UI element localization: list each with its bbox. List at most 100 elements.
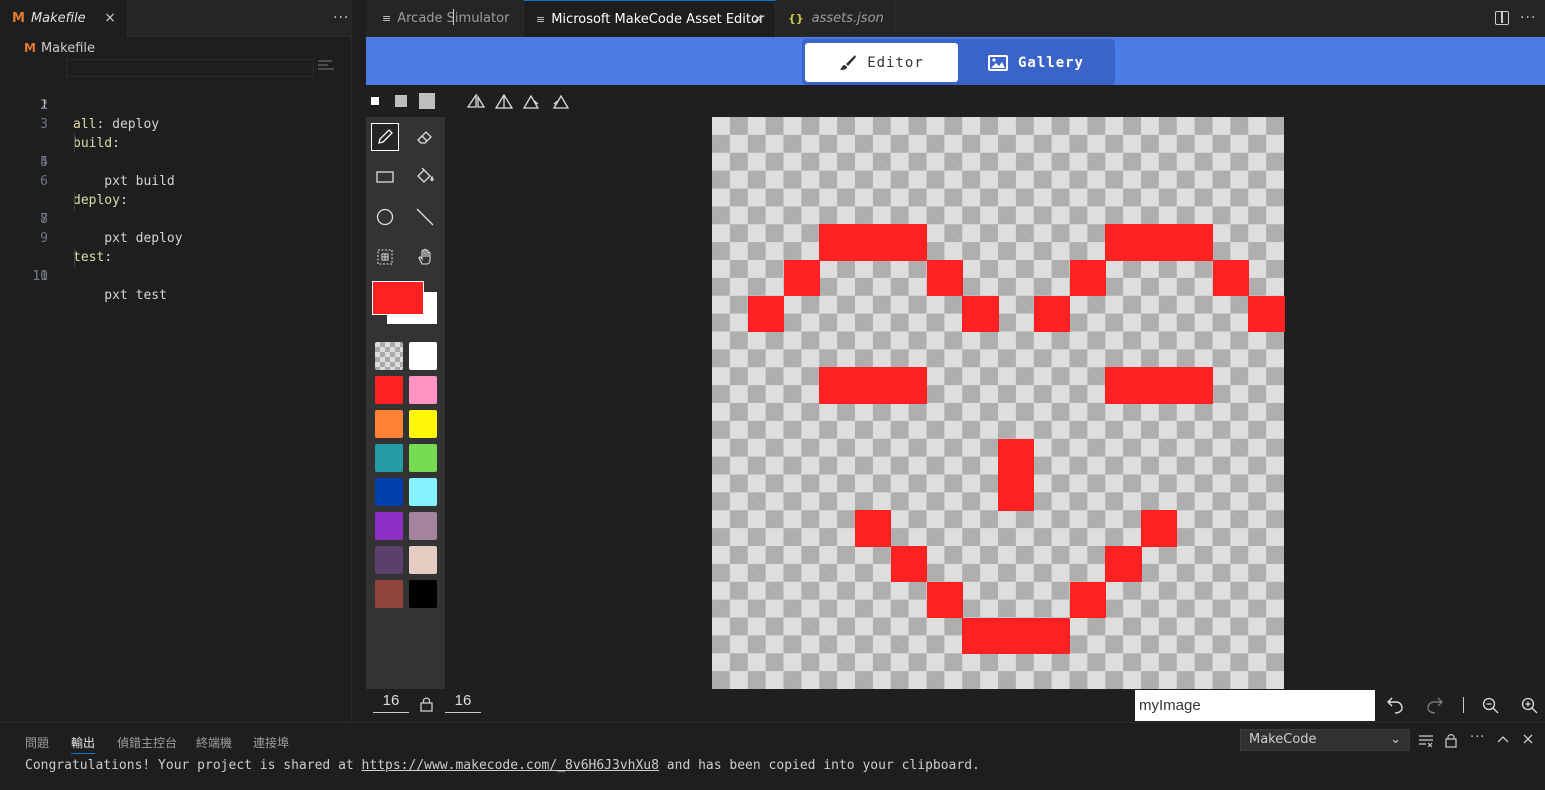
line-tool[interactable] [411,203,439,231]
code-editor[interactable]: 1 all: deploy 2 3 build: 4 pxt build 5 6… [0,58,352,303]
painted-pixel [819,367,856,404]
fill-tool[interactable] [411,163,439,191]
painted-pixel [926,581,963,618]
chevron-down-icon: ⌄ [1390,732,1401,747]
hand-icon [418,248,431,265]
tab-makefile[interactable]: M Makefile × [0,0,128,37]
tab-terminal[interactable]: 終端機 [196,734,232,751]
painted-pixel [1176,224,1213,261]
painted-pixel [1069,581,1106,618]
painted-pixel [890,224,927,261]
close-icon[interactable]: × [751,12,765,26]
asset-name-input[interactable] [1135,690,1375,721]
split-editor-icon[interactable] [1495,11,1509,25]
clear-output-icon[interactable] [1418,734,1434,748]
palette-swatch[interactable] [409,546,437,574]
pencil-tool[interactable] [371,123,399,151]
output-channel-select[interactable]: MakeCode ⌄ [1240,729,1410,751]
share-link[interactable]: https://www.makecode.com/_8v6H6J3vhXu8 [362,758,659,773]
breadcrumb[interactable]: M Makefile [24,40,95,56]
palette-swatch[interactable] [375,444,403,472]
painted-pixel [998,438,1035,475]
palette-swatch[interactable] [409,376,437,404]
left-editor-group: M Makefile × ··· M Makefile 1 all: deplo… [0,0,352,722]
palette-swatch[interactable] [375,478,403,506]
tab-problems[interactable]: 問題 [25,734,49,751]
undo-icon[interactable] [1386,695,1404,715]
line-number: 11 [32,269,48,284]
height-input[interactable]: 16 [445,692,481,713]
minimap[interactable] [318,60,338,74]
rectangle-icon [376,171,394,183]
tab-label: Microsoft MakeCode Asset Editor [551,11,765,27]
footer-divider [1463,697,1464,713]
rotate-clockwise-icon[interactable] [523,94,541,110]
lock-scroll-icon[interactable] [1445,733,1457,748]
painted-pixel [1248,295,1285,332]
painted-pixel [1212,260,1249,297]
flip-horizontal-icon[interactable] [467,94,485,110]
circle-tool[interactable] [371,203,399,231]
file-icon: ≡ [536,12,546,26]
tab-debug-console[interactable]: 偵錯主控台 [117,734,177,751]
gallery-mode-button[interactable]: Gallery [960,43,1112,82]
eraser-tool[interactable] [411,123,439,151]
palette-swatch[interactable] [409,444,437,472]
tab-asset-editor[interactable]: ≡ Microsoft MakeCode Asset Editor × [524,0,776,37]
painted-pixel [855,510,892,547]
foreground-color[interactable] [372,281,424,315]
palette-swatch[interactable] [375,546,403,574]
lock-icon[interactable] [420,696,433,712]
redo-icon[interactable] [1426,695,1444,715]
palette-swatch[interactable] [375,376,403,404]
makefile-icon: M [12,11,25,26]
more-actions-icon[interactable]: ··· [1520,10,1536,26]
tab-output[interactable]: 輸出 [71,734,96,754]
painted-pixel [998,474,1035,511]
current-line-highlight [66,59,314,77]
rotate-counterclockwise-icon[interactable] [551,94,569,110]
palette-swatch[interactable] [375,342,403,370]
pan-tool[interactable] [411,243,439,271]
palette-swatch[interactable] [409,410,437,438]
tab-arcade-simulator[interactable]: ≡ Arcade Simulator [366,0,524,37]
zoom-in-icon[interactable] [1521,697,1539,715]
paintbrush-icon [840,54,857,70]
asset-editor-header: Editor Gallery [366,37,1545,85]
tab-ports[interactable]: 連接埠 [253,734,289,751]
close-icon[interactable]: × [103,11,117,25]
code-line: 2 [0,77,352,113]
painted-pixel [747,295,784,332]
marquee-tool[interactable] [371,243,399,271]
maximize-panel-icon[interactable] [1497,735,1509,743]
sprite-toolbar [366,85,1545,117]
tab-label: assets.json [811,11,884,26]
line-text: pxt test [73,288,167,303]
more-actions-icon[interactable]: ··· [1470,730,1485,745]
breadcrumb-file[interactable]: Makefile [41,41,95,56]
close-panel-icon[interactable] [1523,734,1533,744]
palette-swatch[interactable] [409,342,437,370]
pixel-canvas[interactable] [712,117,1285,689]
rectangle-tool[interactable] [371,163,399,191]
palette-swatch[interactable] [375,512,403,540]
palette-swatch[interactable] [375,410,403,438]
palette-swatch[interactable] [375,580,403,608]
painted-pixel [1141,367,1178,404]
palette-swatch[interactable] [409,478,437,506]
flip-vertical-icon[interactable] [495,94,513,110]
line-icon [416,208,434,226]
brush-size-medium[interactable] [395,95,407,107]
editor-mode-button[interactable]: Editor [805,43,958,82]
brush-size-small[interactable] [371,97,379,105]
brush-size-large[interactable] [419,93,435,109]
palette-swatch[interactable] [409,580,437,608]
more-actions-icon[interactable]: ··· [333,10,349,26]
image-icon [987,54,1008,71]
zoom-out-icon[interactable] [1482,697,1500,715]
tab-assets-json[interactable]: {} assets.json [776,0,896,37]
palette-swatch[interactable] [409,512,437,540]
code-line: 7 pxt deploy [0,172,352,246]
width-input[interactable]: 16 [373,692,409,713]
painted-pixel [998,617,1035,654]
